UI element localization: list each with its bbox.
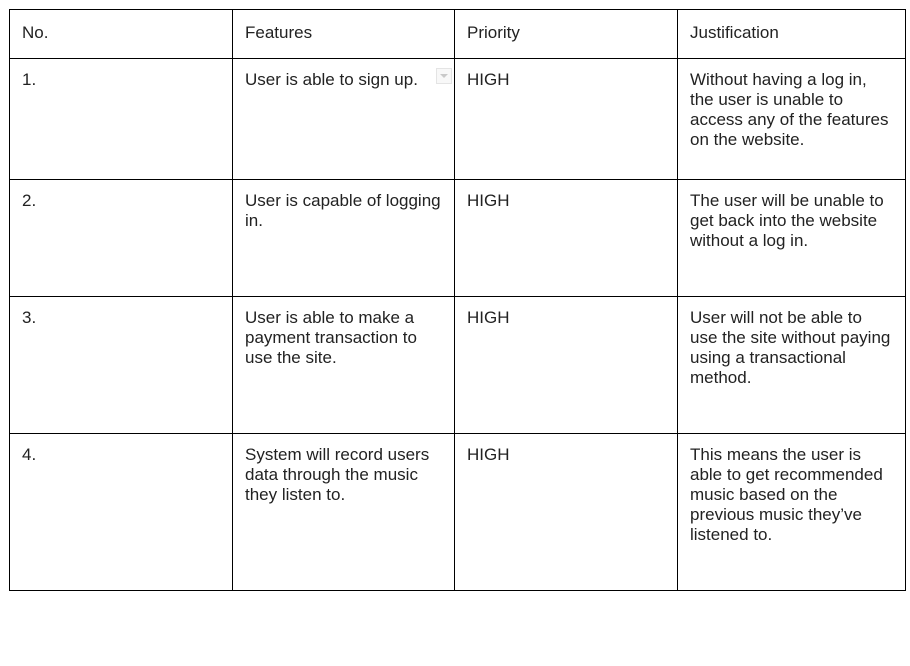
row-justification[interactable]: Without having a log in, the user is una… (677, 58, 906, 180)
feature-text: User is able to sign up. (245, 70, 418, 89)
row-feature[interactable]: System will record users data through th… (232, 433, 455, 591)
row-priority[interactable]: HIGH (454, 433, 678, 591)
header-justification: Justification (677, 9, 906, 59)
row-justification[interactable]: The user will be unable to get back into… (677, 179, 906, 297)
table-row: 1. User is able to sign up. HIGH Without… (9, 58, 906, 180)
row-feature[interactable]: User is able to make a payment transacti… (232, 296, 455, 434)
chevron-down-icon[interactable] (436, 68, 452, 84)
table-row: 2. User is capable of logging in. HIGH T… (9, 179, 906, 297)
row-justification[interactable]: This means the user is able to get recom… (677, 433, 906, 591)
feature-text: User is capable of logging in. (245, 191, 441, 230)
justification-text: Without having a log in, the user is una… (690, 70, 889, 149)
row-number[interactable]: 4. (9, 433, 233, 591)
row-justification[interactable]: User will not be able to use the site wi… (677, 296, 906, 434)
row-priority[interactable]: HIGH (454, 58, 678, 180)
requirements-table: No. Features Priority Justification 1. U… (9, 9, 906, 591)
header-features: Features (232, 9, 455, 59)
justification-text: This means the user is able to get recom… (690, 445, 883, 544)
row-feature[interactable]: User is able to sign up. (232, 58, 455, 180)
header-no: No. (9, 9, 233, 59)
table-row: 3. User is able to make a payment transa… (9, 296, 906, 434)
justification-text: User will not be able to use the site wi… (690, 308, 891, 387)
row-number[interactable]: 2. (9, 179, 233, 297)
row-feature[interactable]: User is capable of logging in. (232, 179, 455, 297)
feature-text: User is able to make a payment transacti… (245, 308, 417, 367)
header-priority: Priority (454, 9, 678, 59)
justification-text: The user will be unable to get back into… (690, 191, 884, 250)
row-priority[interactable]: HIGH (454, 296, 678, 434)
table-row: 4. System will record users data through… (9, 433, 906, 591)
feature-text: System will record users data through th… (245, 445, 430, 504)
row-number[interactable]: 3. (9, 296, 233, 434)
table-header-row: No. Features Priority Justification (9, 9, 906, 59)
row-number[interactable]: 1. (9, 58, 233, 180)
row-priority[interactable]: HIGH (454, 179, 678, 297)
